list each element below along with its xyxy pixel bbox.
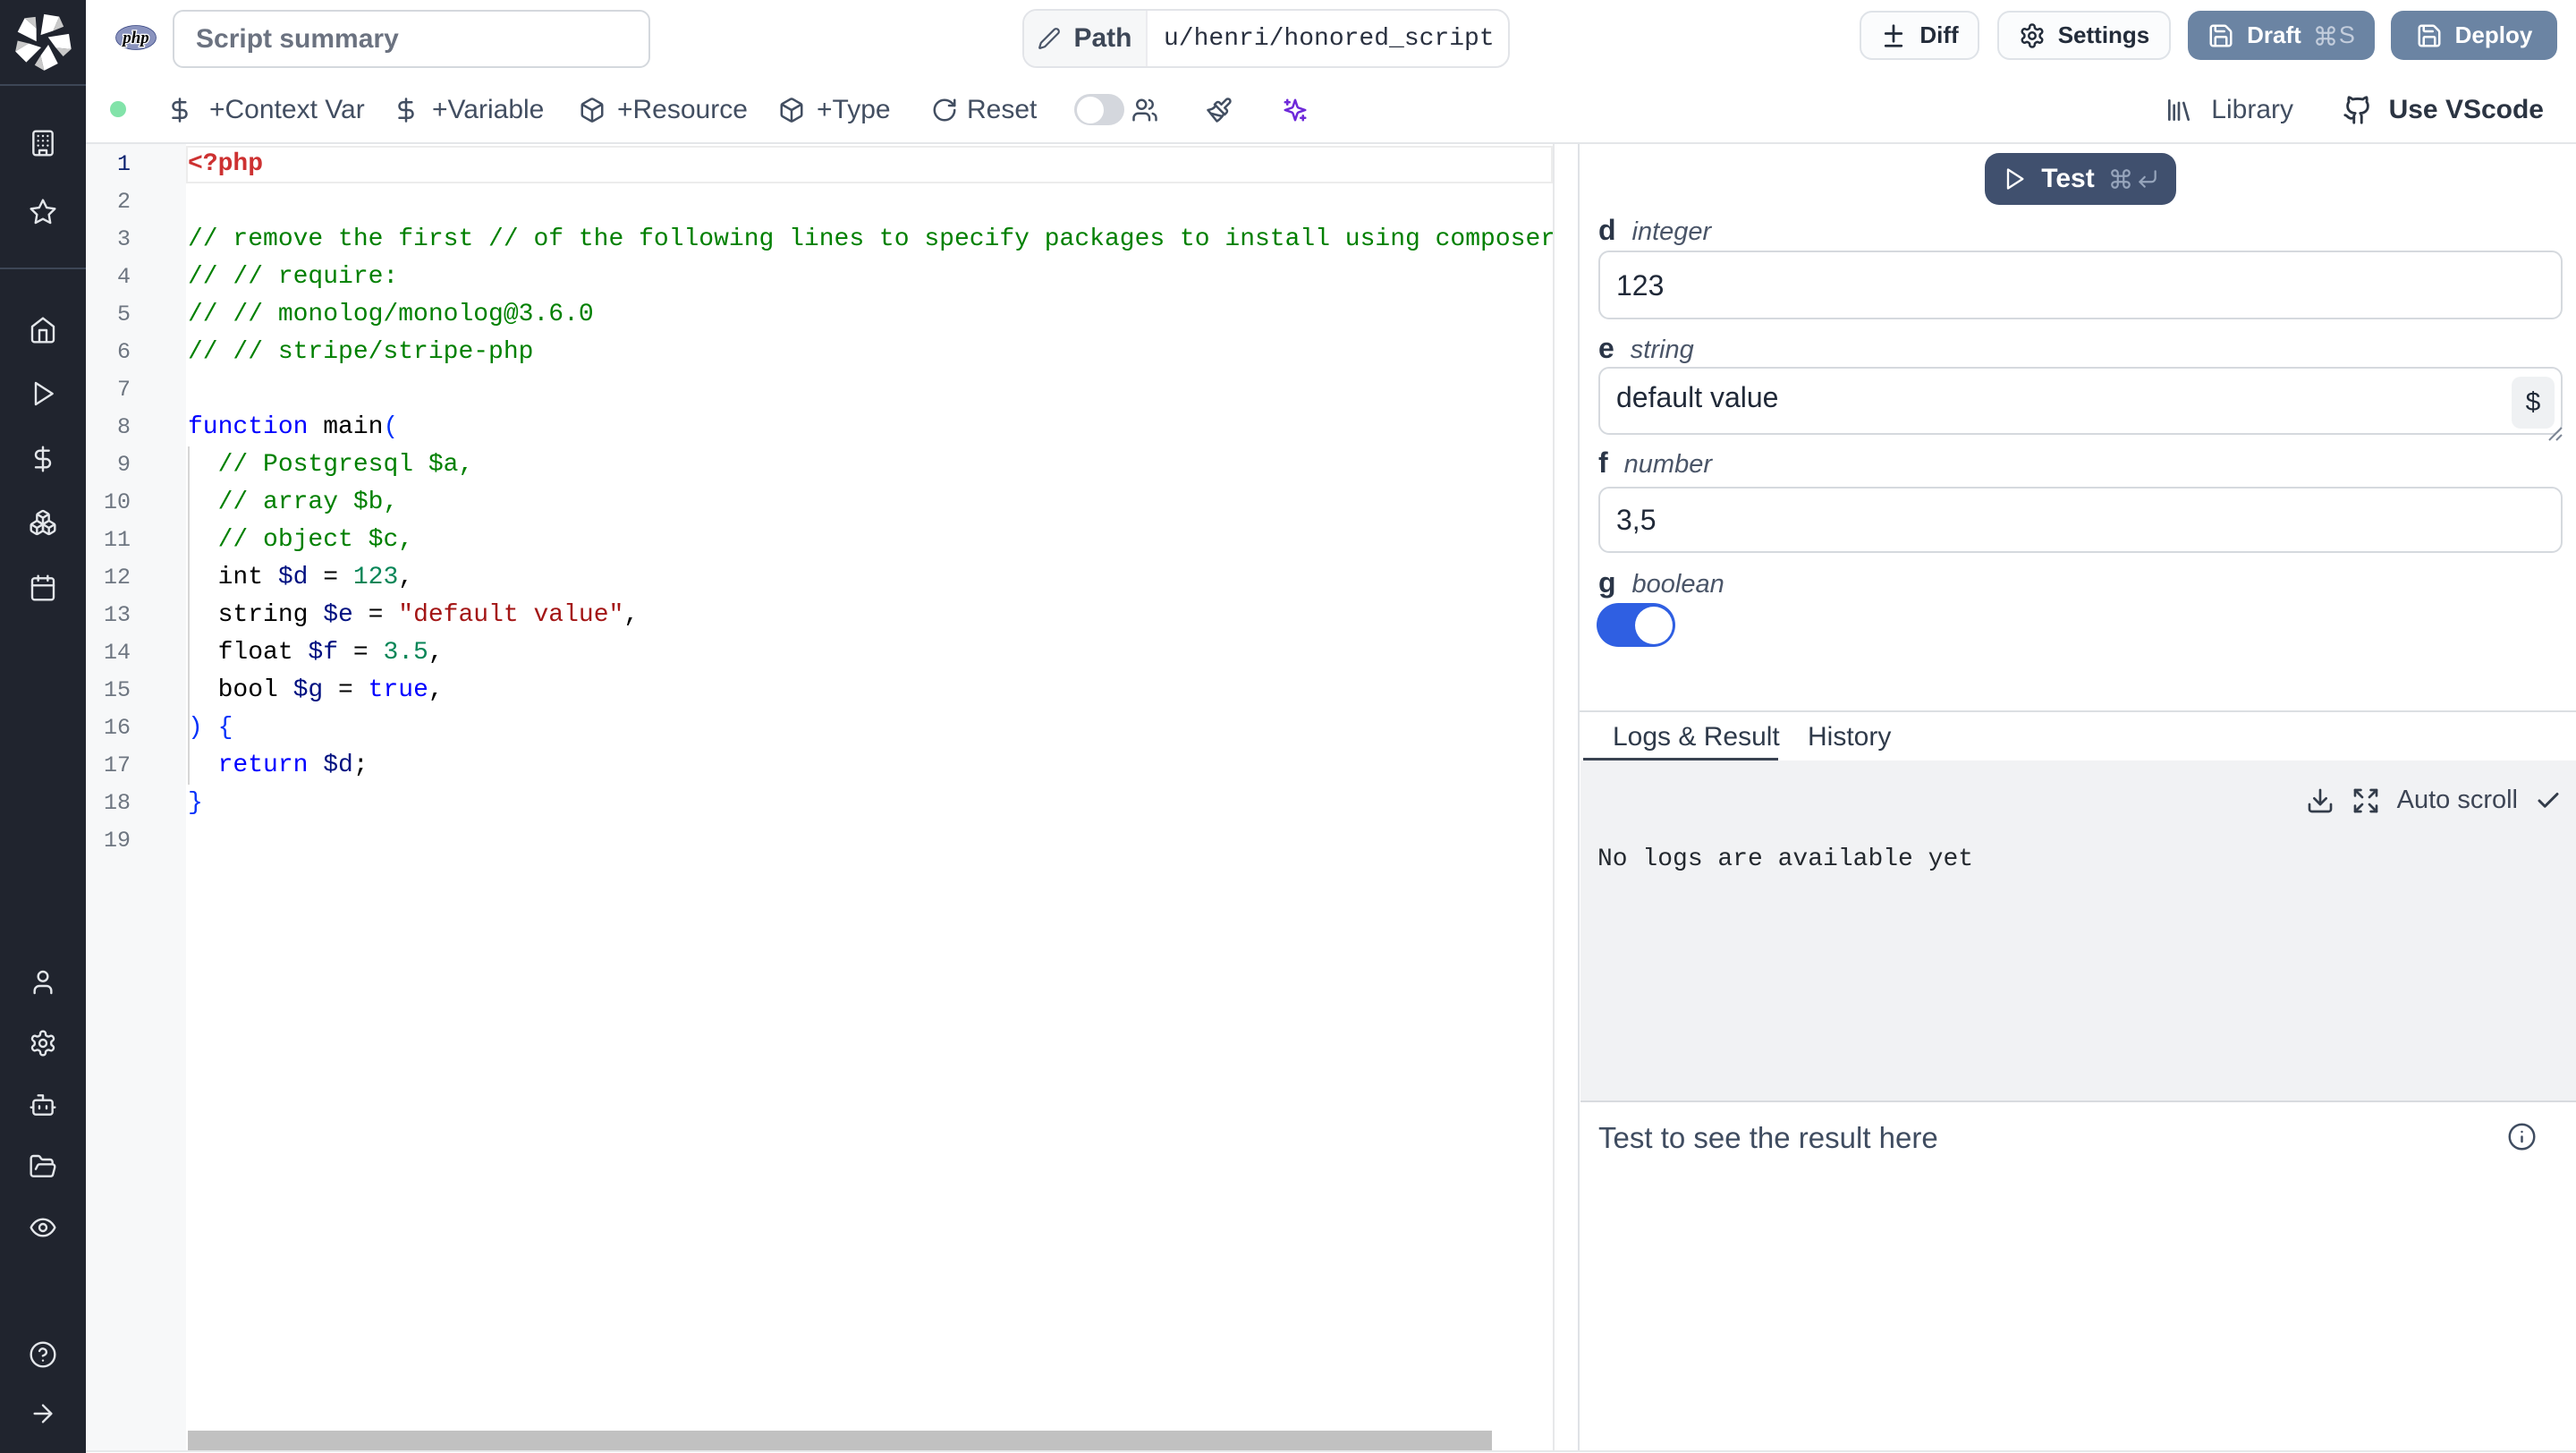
svg-text:php: php bbox=[121, 29, 149, 47]
